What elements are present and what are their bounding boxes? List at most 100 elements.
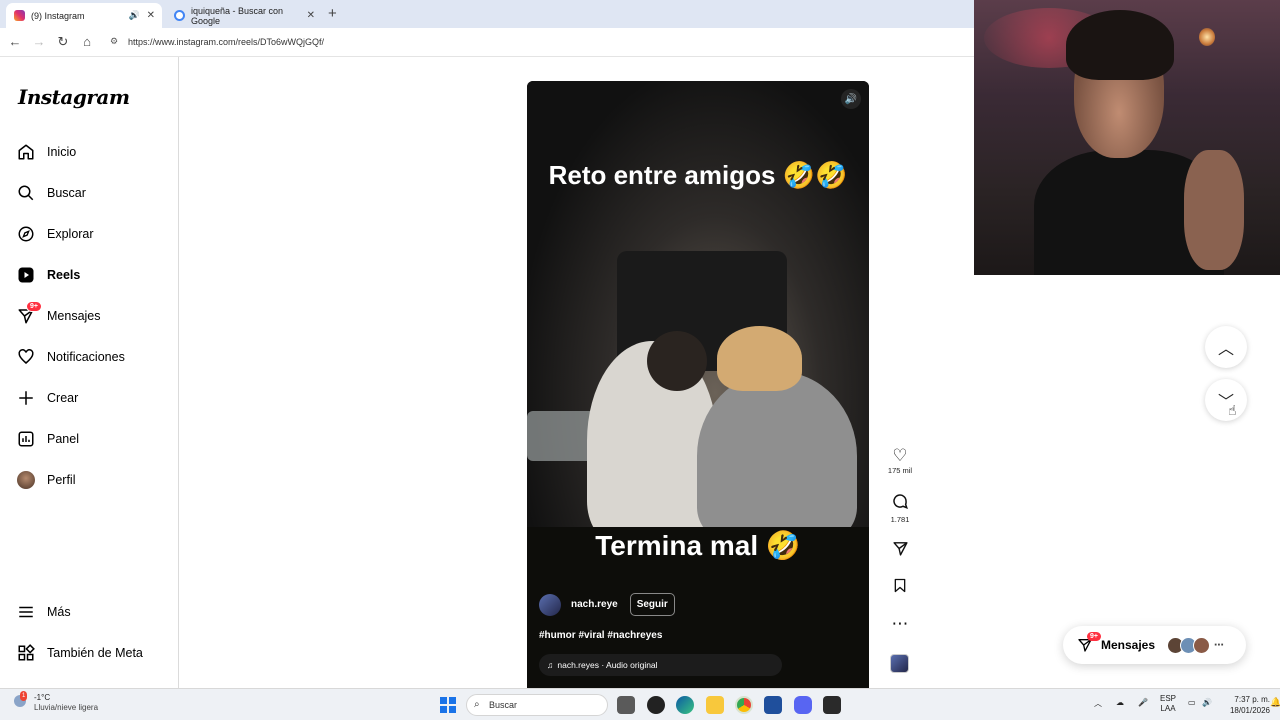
task-view-icon[interactable] [617,696,635,714]
messenger-icon: 9+ [16,301,42,326]
epic-games-icon[interactable] [823,696,841,714]
tab-instagram[interactable]: (9) Instagram 🔊 ✕ [6,3,162,28]
webcam-person-arm [1184,150,1244,270]
weather-widget[interactable]: 1 -1°C Lluvia/nieve ligera [14,691,98,713]
webcam-person-hair [1066,10,1174,80]
more-icon[interactable]: ⋯ [884,614,916,634]
network-icon[interactable]: ▭ [1188,698,1196,707]
messages-label: Mensajes [1101,638,1156,652]
author-avatar[interactable] [539,593,561,616]
sidebar-item-label: Panel [47,432,79,446]
language-indicator[interactable]: ESP LAA [1160,694,1176,714]
notification-badge: 9+ [26,301,42,312]
audio-thumbnail[interactable] [890,654,909,673]
heart-icon [16,347,36,367]
lamp [1199,28,1215,46]
reel-author: nach.reye Seguir [539,593,675,616]
volume-icon[interactable]: 🔊 [841,89,861,109]
save-action[interactable] [884,577,916,599]
hand-cursor-icon: ☝ [1228,402,1237,418]
windows-taskbar: 1 -1°C Lluvia/nieve ligera ⌕ Buscar ︿ ☁ … [0,688,1280,720]
reload-icon[interactable]: ↻ [54,34,72,50]
person-right [697,371,857,541]
edge-icon[interactable] [676,696,694,714]
sidebar-item-mensajes[interactable]: 9+ Mensajes [16,301,101,329]
sidebar-item-label: Perfil [47,473,76,487]
chart-icon [16,429,36,449]
clock[interactable]: 7:37 p. m. 18/01/2026 [1220,694,1270,716]
menu-icon [16,602,36,622]
reel-player[interactable]: Reto entre amigos 🤣🤣 🔊 Termina mal 🤣 nac… [527,81,869,688]
search-icon: ⌕ [474,699,480,710]
compass-icon [16,224,36,244]
person-right-cap [717,326,802,391]
sidebar-item-tambien-de-meta[interactable]: También de Meta [16,640,143,666]
chevron-up-icon: ︿ [1217,341,1234,358]
notifications-icon[interactable]: 🔔 [1270,697,1280,708]
chevron-up-icon[interactable]: ︿ [1094,698,1102,709]
comment-icon[interactable] [884,492,916,515]
site-info-icon[interactable]: ⚙ [110,36,118,47]
close-icon[interactable]: ✕ [307,10,315,21]
taskbar-search[interactable]: ⌕ Buscar [466,694,608,716]
sidebar-item-reels[interactable]: Reels [16,262,80,288]
store-icon[interactable] [764,696,782,714]
reel-hashtags[interactable]: #humor #viral #nachreyes [539,630,662,641]
webcam-overlay [974,0,1280,275]
volume-icon[interactable]: 🔊 [1202,698,1212,707]
sidebar-item-crear[interactable]: Crear [16,385,78,411]
sidebar-item-buscar[interactable]: Buscar [16,180,86,206]
search-placeholder: Buscar [489,700,518,710]
like-action[interactable]: ♡ 175 mil [884,446,916,475]
sidebar-item-inicio[interactable]: Inicio [16,139,76,165]
meta-icon [16,643,36,663]
previous-reel-button[interactable]: ︿ [1205,326,1247,368]
tab-title: iquiqueña - Buscar con Google [191,5,284,26]
share-icon[interactable] [884,540,916,562]
sidebar-item-notificaciones[interactable]: Notificaciones [16,344,125,370]
back-arrow-icon[interactable]: ← [6,34,24,49]
comment-action[interactable]: 1.781 [884,492,916,524]
sidebar-item-explorar[interactable]: Explorar [16,221,94,247]
sidebar-item-label: Crear [47,391,79,405]
instagram-sidebar: Instagram Inicio Buscar Explorar Reels 9… [0,57,179,688]
start-button[interactable] [440,697,456,713]
sidebar-item-panel[interactable]: Panel [16,426,79,452]
new-tab-button[interactable]: + [328,5,337,22]
heart-icon[interactable]: ♡ [884,446,916,466]
close-icon[interactable]: ✕ [147,10,155,21]
sidebar-item-label: Más [47,605,71,619]
more-action[interactable]: ⋯ [884,614,916,634]
messages-pill[interactable]: 9+ Mensajes ⋯ [1063,626,1246,664]
notification-badge: 9+ [1087,632,1101,641]
sidebar-item-perfil[interactable]: Perfil [16,467,75,493]
music-note-icon: ♫ [547,660,554,670]
share-action[interactable] [884,540,916,562]
mic-icon[interactable]: 🎤 [1138,698,1148,707]
instagram-logo[interactable]: Instagram [18,85,130,109]
plus-icon [16,388,36,408]
speaker-icon[interactable]: 🔊 [129,10,140,21]
comment-count: 1.781 [890,515,910,524]
more-icon: ⋯ [1214,639,1225,651]
tab-title: (9) Instagram [31,10,85,21]
author-username[interactable]: nach.reye [571,599,618,610]
sidebar-item-mas[interactable]: Más [16,599,71,625]
follow-button[interactable]: Seguir [629,593,675,616]
tab-google[interactable]: iquiqueña - Buscar con Google ✕ [166,3,322,28]
forward-arrow-icon[interactable]: → [30,34,48,49]
sidebar-item-label: También de Meta [47,646,143,660]
instagram-favicon-icon [14,10,25,21]
cloud-icon[interactable]: ☁ [1116,698,1124,707]
home-icon[interactable]: ⌂ [78,34,96,49]
reel-video[interactable]: Reto entre amigos 🤣🤣 🔊 [527,81,869,541]
next-reel-button[interactable]: ﹀ [1205,379,1247,421]
folder-icon[interactable] [706,696,724,714]
audio-chip[interactable]: ♫ nach.reyes · Audio original [539,654,782,676]
obs-icon[interactable] [647,696,665,714]
weather-icon: 1 [14,691,28,709]
chrome-icon[interactable] [735,696,753,714]
discord-icon[interactable] [794,696,812,714]
bookmark-icon[interactable] [884,577,916,599]
sidebar-item-label: Buscar [47,186,86,200]
